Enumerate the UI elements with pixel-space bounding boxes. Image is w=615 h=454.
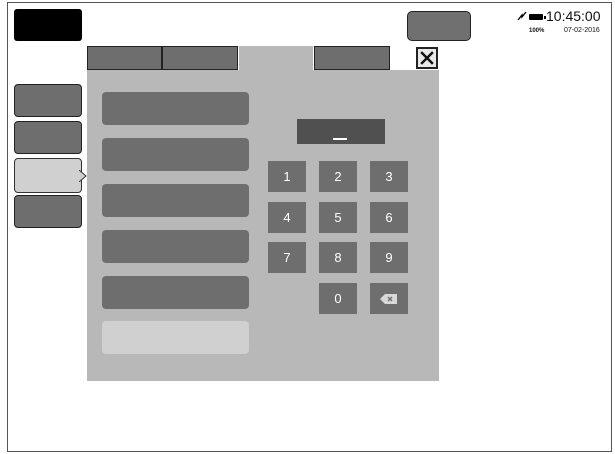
sidebar-item-3-active[interactable] xyxy=(14,158,82,193)
key-5[interactable]: 5 xyxy=(319,202,357,233)
backspace-icon xyxy=(380,293,397,304)
key-4[interactable]: 4 xyxy=(268,202,306,233)
active-pointer xyxy=(79,170,87,182)
field-3[interactable] xyxy=(102,184,249,217)
field-2[interactable] xyxy=(102,138,249,171)
tab-3-active[interactable] xyxy=(239,46,313,72)
key-2[interactable]: 2 xyxy=(319,161,357,192)
tab-1[interactable] xyxy=(87,46,162,70)
status-area: 10:45:00 100% 07-02-2016 xyxy=(517,8,611,38)
tab-2[interactable] xyxy=(162,46,238,70)
tab-4[interactable] xyxy=(314,46,390,70)
logo-block xyxy=(14,9,82,41)
key-7[interactable]: 7 xyxy=(268,242,306,273)
input-cursor xyxy=(333,138,347,140)
backspace-key[interactable] xyxy=(370,283,408,314)
close-icon xyxy=(420,51,434,65)
keypad-display xyxy=(297,119,385,144)
close-button[interactable] xyxy=(416,47,438,69)
dialog-panel: 1 2 3 4 5 6 7 8 9 0 xyxy=(87,70,439,381)
clock-time: 10:45:00 xyxy=(546,8,601,24)
key-8[interactable]: 8 xyxy=(319,242,357,273)
field-6-disabled xyxy=(102,321,249,354)
field-5[interactable] xyxy=(102,276,249,309)
field-1[interactable] xyxy=(102,92,249,125)
key-3[interactable]: 3 xyxy=(370,161,408,192)
battery-icon xyxy=(529,14,546,20)
sidebar-item-4[interactable] xyxy=(14,195,82,228)
clock-date: 07-02-2016 xyxy=(564,27,600,34)
field-4[interactable] xyxy=(102,230,249,263)
sidebar-item-1[interactable] xyxy=(14,84,82,117)
sidebar-item-2[interactable] xyxy=(14,121,82,154)
battery-percent: 100% xyxy=(529,28,545,34)
key-0[interactable]: 0 xyxy=(319,283,357,314)
key-9[interactable]: 9 xyxy=(370,242,408,273)
key-6[interactable]: 6 xyxy=(370,202,408,233)
top-action-button[interactable] xyxy=(407,11,471,41)
key-1[interactable]: 1 xyxy=(268,161,306,192)
signal-icon xyxy=(517,11,527,21)
